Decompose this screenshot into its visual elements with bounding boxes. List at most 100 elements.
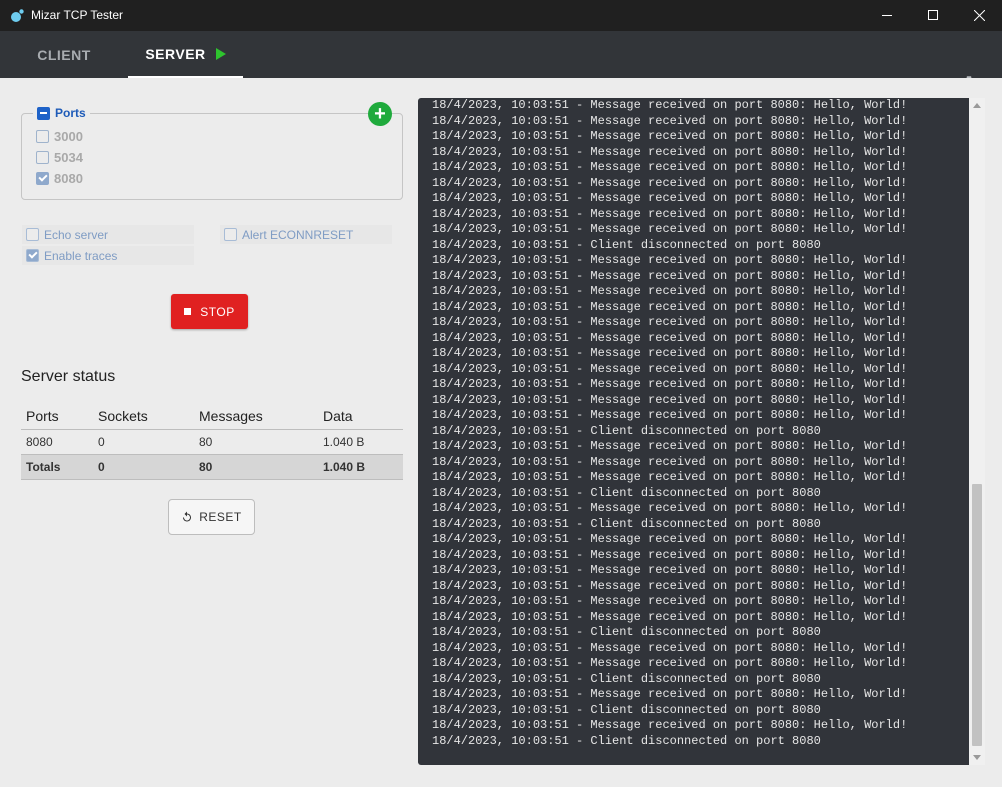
log-line: 18/4/2023, 10:03:51 - Client disconnecte… bbox=[432, 485, 821, 500]
log-line: 18/4/2023, 10:03:51 - Client disconnecte… bbox=[432, 625, 821, 639]
log-line: 18/4/2023, 10:03:51 - Message received o… bbox=[432, 284, 908, 298]
maximize-icon bbox=[927, 10, 938, 20]
log-line: 18/4/2023, 10:03:51 - Message received o… bbox=[432, 346, 908, 360]
log-line: 18/4/2023, 10:03:51 - Message received o… bbox=[432, 578, 908, 593]
log-line: 18/4/2023, 10:03:51 - Message received o… bbox=[432, 129, 908, 143]
close-icon bbox=[973, 10, 985, 21]
minimize-button[interactable] bbox=[864, 0, 910, 31]
add-port-button[interactable]: + bbox=[368, 102, 392, 126]
table-cell: 80 bbox=[194, 453, 318, 480]
reset-button[interactable]: RESET bbox=[168, 499, 255, 535]
table-cell: 80 bbox=[199, 434, 213, 449]
log-line: 18/4/2023, 10:03:51 - Message received o… bbox=[432, 439, 908, 453]
log-line: 18/4/2023, 10:03:51 - Message received o… bbox=[432, 299, 908, 314]
log-line: 18/4/2023, 10:03:51 - Message received o… bbox=[432, 408, 908, 422]
port-label: 3000 bbox=[54, 129, 83, 144]
app-logo-icon bbox=[11, 9, 24, 22]
log-line: 18/4/2023, 10:03:51 - Message received o… bbox=[432, 175, 908, 190]
scroll-down-arrow-icon[interactable] bbox=[973, 755, 981, 760]
log-line: 18/4/2023, 10:03:51 - Message received o… bbox=[432, 377, 908, 391]
alert-econnreset-checkbox[interactable]: Alert ECONNRESET bbox=[220, 225, 392, 244]
port-label: 5034 bbox=[54, 150, 83, 165]
log-line: 18/4/2023, 10:03:51 - Message received o… bbox=[432, 206, 908, 221]
indeterminate-checkbox-icon bbox=[37, 106, 50, 120]
log-line: 18/4/2023, 10:03:51 - Message received o… bbox=[432, 315, 908, 329]
server-status-title: Server status bbox=[21, 368, 116, 385]
tab-bar: CLIENT SERVER bbox=[0, 31, 1002, 94]
log-line: 18/4/2023, 10:03:51 - Message received o… bbox=[432, 640, 908, 655]
port-checkbox-5034[interactable]: 5034 bbox=[36, 150, 83, 165]
checkbox-icon bbox=[26, 228, 39, 241]
main-content: Ports + 3000 5034 8080 Echo server Enabl… bbox=[0, 78, 1002, 787]
log-line: 18/4/2023, 10:03:51 - Message received o… bbox=[432, 687, 908, 701]
log-line: 18/4/2023, 10:03:51 - Message received o… bbox=[432, 222, 908, 236]
totals-row: Totals 0 80 1.040 B bbox=[21, 453, 403, 480]
log-line: 18/4/2023, 10:03:51 - Message received o… bbox=[432, 113, 908, 128]
port-label: 8080 bbox=[54, 171, 83, 186]
log-line: 18/4/2023, 10:03:51 - Message received o… bbox=[432, 547, 908, 562]
table-row: 8080 0 80 1.040 B bbox=[21, 429, 403, 454]
log-line: 18/4/2023, 10:03:51 - Message received o… bbox=[432, 98, 908, 112]
title-bar: Mizar TCP Tester bbox=[0, 0, 1002, 31]
table-cell: 1.040 B bbox=[318, 453, 403, 480]
log-line: 18/4/2023, 10:03:51 - Message received o… bbox=[432, 144, 908, 159]
checkbox-icon bbox=[224, 228, 237, 241]
tab-client[interactable]: CLIENT bbox=[0, 31, 128, 78]
echo-server-checkbox[interactable]: Echo server bbox=[22, 225, 194, 244]
window-title: Mizar TCP Tester bbox=[31, 8, 124, 22]
minimize-icon bbox=[881, 15, 892, 16]
play-icon bbox=[215, 47, 226, 60]
tab-server-label: SERVER bbox=[145, 45, 206, 62]
column-header: Messages bbox=[194, 404, 318, 430]
checkbox-icon bbox=[36, 130, 49, 143]
log-line: 18/4/2023, 10:03:51 - Client disconnecte… bbox=[432, 423, 821, 438]
table-cell: 8080 bbox=[26, 434, 53, 449]
stop-button[interactable]: STOP bbox=[171, 294, 248, 329]
checkbox-checked-icon bbox=[26, 249, 39, 262]
column-header: Data bbox=[318, 404, 403, 430]
log-panel[interactable]: 18/4/2023, 10:03:51 - Message received o… bbox=[418, 98, 985, 765]
maximize-button[interactable] bbox=[910, 0, 956, 31]
log-line: 18/4/2023, 10:03:51 - Message received o… bbox=[432, 268, 908, 283]
log-line: 18/4/2023, 10:03:51 - Client disconnecte… bbox=[432, 516, 821, 531]
server-status-table: Ports Sockets Messages Data 8080 0 80 1.… bbox=[21, 404, 403, 480]
log-line: 18/4/2023, 10:03:51 - Client disconnecte… bbox=[432, 237, 821, 252]
log-line: 18/4/2023, 10:03:51 - Client disconnecte… bbox=[432, 702, 821, 717]
port-checkbox-8080[interactable]: 8080 bbox=[36, 171, 83, 186]
column-header: Ports bbox=[21, 404, 93, 430]
ports-select-all-checkbox[interactable]: Ports bbox=[33, 106, 90, 120]
log-line: 18/4/2023, 10:03:51 - Message received o… bbox=[432, 160, 908, 174]
scroll-up-arrow-icon[interactable] bbox=[973, 103, 981, 108]
log-line: 18/4/2023, 10:03:51 - Message received o… bbox=[432, 656, 908, 670]
scrollbar-thumb[interactable] bbox=[972, 484, 982, 746]
log-line: 18/4/2023, 10:03:51 - Message received o… bbox=[432, 470, 908, 484]
alert-econnreset-label: Alert ECONNRESET bbox=[242, 227, 354, 242]
log-line: 18/4/2023, 10:03:51 - Client disconnecte… bbox=[432, 671, 821, 686]
log-line: 18/4/2023, 10:03:51 - Message received o… bbox=[432, 191, 908, 205]
log-line: 18/4/2023, 10:03:51 - Message received o… bbox=[432, 330, 908, 345]
enable-traces-label: Enable traces bbox=[44, 248, 118, 263]
table-header-row: Ports Sockets Messages Data bbox=[21, 404, 403, 430]
close-button[interactable] bbox=[956, 0, 1002, 31]
reset-label: RESET bbox=[199, 510, 242, 524]
table-cell: 0 bbox=[98, 434, 105, 449]
enable-traces-checkbox[interactable]: Enable traces bbox=[22, 246, 194, 265]
log-line: 18/4/2023, 10:03:51 - Message received o… bbox=[432, 718, 908, 732]
stop-label: STOP bbox=[200, 304, 235, 319]
log-line: 18/4/2023, 10:03:51 - Message received o… bbox=[432, 454, 908, 469]
log-line: 18/4/2023, 10:03:51 - Message received o… bbox=[432, 532, 908, 546]
log-line: 18/4/2023, 10:03:51 - Message received o… bbox=[432, 253, 908, 267]
tab-server[interactable]: SERVER bbox=[128, 31, 243, 78]
log-scrollbar[interactable] bbox=[969, 98, 985, 765]
log-line: 18/4/2023, 10:03:51 - Message received o… bbox=[432, 609, 908, 624]
port-checkbox-3000[interactable]: 3000 bbox=[36, 129, 83, 144]
log-line: 18/4/2023, 10:03:51 - Message received o… bbox=[432, 501, 908, 515]
checkbox-icon bbox=[36, 151, 49, 164]
log-line: 18/4/2023, 10:03:51 - Message received o… bbox=[432, 594, 908, 608]
checkbox-checked-icon bbox=[36, 172, 49, 185]
log-line: 18/4/2023, 10:03:51 - Message received o… bbox=[432, 361, 908, 376]
table-cell: 0 bbox=[93, 453, 194, 480]
table-cell: 1.040 B bbox=[323, 434, 365, 449]
stop-icon bbox=[184, 308, 192, 315]
log-line: 18/4/2023, 10:03:51 - Client disconnecte… bbox=[432, 733, 821, 748]
